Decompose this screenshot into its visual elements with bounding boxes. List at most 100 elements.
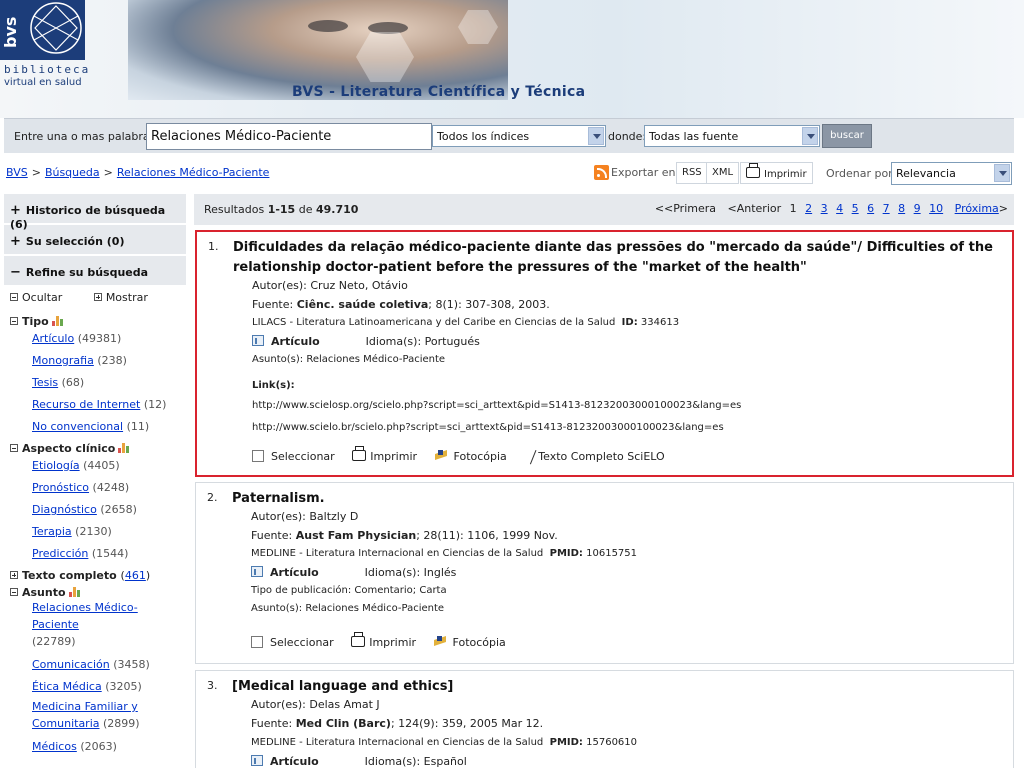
filter-item: Médicos (2063) [32,740,117,753]
pager-page[interactable]: 7 [883,202,890,215]
record-number: 2. [207,491,218,504]
photocopy-button[interactable]: Fotocópia [420,636,506,649]
result-record-2: 2. Paternalism. Autor(es): Baltzly D Fue… [195,482,1014,664]
record-pubtype: Tipo de publicación: Comentario; Carta [251,585,447,596]
export-rss-button[interactable]: RSS [676,162,708,184]
order-select[interactable]: Relevancia [891,162,1012,185]
record-authors: Autor(es): Baltzly D [251,510,359,523]
record-database: MEDLINE - Literatura Internacional en Ci… [251,548,638,559]
record-title[interactable]: [Medical language and ethics] [232,677,992,697]
show-all-toggle[interactable]: Mostrar [93,291,148,304]
bar-chart-icon[interactable] [118,443,132,453]
search-input[interactable]: Relaciones Médico-Paciente [146,123,432,150]
filter-group-texto-completo: Texto completo (461) [10,569,180,582]
rss-feed-icon[interactable] [594,165,609,180]
filter-item: Pronóstico (4248) [32,481,130,494]
source-select-value: Todas las fuente [649,130,739,143]
record-source: Fuente: Med Clin (Barc); 124(9): 359, 20… [251,717,544,730]
print-button[interactable]: Imprimir [740,162,813,184]
sidebar: + Historico de búsqueda (6) + Su selección… [4,194,186,762]
fulltext-scielo-link[interactable]: Texto Completo SciELO [510,446,665,465]
record-number: 1. [208,240,219,253]
pager-page[interactable]: 9 [914,202,921,215]
index-select-value: Todos los índices [437,130,530,143]
record-link-url[interactable]: http://www.scielo.br/scielo.php?script=s… [252,422,724,433]
chevron-down-icon [802,127,818,145]
record-number: 3. [207,679,218,692]
pager-page[interactable]: 4 [836,202,843,215]
article-icon [251,566,263,577]
filter-item: Terapia (2130) [32,525,112,538]
record-subject: Asunto(s): Relaciones Médico-Paciente [252,354,446,365]
bvs-logo[interactable]: bvs [0,0,85,60]
order-select-value: Relevancia [896,167,956,180]
filter-item: Diagnóstico (2658) [32,503,137,516]
breadcrumb-bvs[interactable]: BVS [6,166,28,179]
filter-group-asunto[interactable]: Asunto [10,586,180,599]
source-select[interactable]: Todas las fuente [644,125,820,147]
where-label: donde: [608,130,647,143]
chevron-down-icon [588,127,604,145]
print-label: Imprimir [764,169,807,180]
result-record-3: 3. [Medical language and ethics] Autor(e… [195,670,1014,768]
fulltext-count-link[interactable]: 461 [125,569,146,582]
filter-item: Monografia (238) [32,354,127,367]
order-label: Ordenar por [826,167,893,180]
pager-first[interactable]: <<Primera [655,202,716,215]
record-source: Fuente: Aust Fam Physician; 28(11): 1106… [251,529,558,542]
select-checkbox[interactable]: Seleccionar [252,450,335,463]
results-header: Resultados 1-15 de 49.710 <<Primera <Ant… [194,194,1014,225]
photo-eye-left [308,20,348,32]
scielo-icon [521,446,537,465]
pager-next[interactable]: Próxima [955,202,999,215]
sidebar-refine-header[interactable]: − Refine su búsqueda [4,256,186,287]
chevron-down-icon [994,164,1010,182]
select-checkbox[interactable]: Seleccionar [251,636,334,649]
pager-page[interactable]: 6 [867,202,874,215]
record-type-lang: Artículo Idioma(s): Portugués [252,335,480,348]
pager-page[interactable]: 10 [929,202,943,215]
breadcrumb-busqueda[interactable]: Búsqueda [45,166,100,179]
collapse-box-icon [10,317,18,325]
sidebar-selection-header[interactable]: + Su selección (0) [4,225,186,256]
pager-page[interactable]: 5 [852,202,859,215]
record-type-lang: Artículo Idioma(s): Español [251,755,467,768]
record-title[interactable]: Dificuldades da relação médico-paciente … [233,238,993,278]
collapse-box-icon [10,293,18,301]
sidebar-history-header[interactable]: + Historico de búsqueda (6) [4,194,186,231]
hide-show-row: Ocultar Mostrar [10,291,180,311]
record-authors: Autor(es): Cruz Neto, Otávio [252,279,408,292]
collapse-box-icon [10,588,18,596]
expand-box-icon [93,293,102,301]
bar-chart-icon[interactable] [51,316,66,326]
pager-prev[interactable]: <Anterior [728,202,782,215]
index-select[interactable]: Todos los índices [432,125,606,147]
record-link-url[interactable]: http://www.scielosp.org/scielo.php?scrip… [252,400,741,411]
article-icon [252,335,264,346]
breadcrumb-query[interactable]: Relaciones Médico-Paciente [117,166,270,179]
pager-page[interactable]: 8 [898,202,905,215]
logo-letters: bvs [4,17,20,48]
hide-all-toggle[interactable]: Ocultar [10,291,62,304]
record-database: MEDLINE - Literatura Internacional en Ci… [251,737,638,748]
pager-page[interactable]: 2 [805,202,812,215]
search-button[interactable]: buscar [822,124,872,148]
expand-box-icon[interactable] [10,571,18,579]
print-record-button[interactable]: Imprimir [352,446,417,463]
filter-item: Comunicación (3458) [32,658,150,671]
pager-page[interactable]: 3 [821,202,828,215]
filter-item: Medicina Familiar y Comunitaria (2899) [32,700,140,730]
record-authors: Autor(es): Delas Amat J [251,698,380,711]
filter-group-aspecto[interactable]: Aspecto clínico [10,442,180,455]
refine-panel: Ocultar Mostrar Tipo Artículo (49381) Mo… [4,287,186,762]
export-label: Exportar en [611,166,676,179]
record-title[interactable]: Paternalism. [232,489,992,509]
record-source: Fuente: Ciênc. saúde coletiva; 8(1): 307… [252,298,550,311]
filter-item: No convencional (11) [32,420,150,433]
bar-chart-icon[interactable] [68,587,83,597]
printer-icon [746,163,760,178]
print-record-button[interactable]: Imprimir [351,632,416,649]
filter-group-tipo[interactable]: Tipo [10,315,180,328]
photocopy-button[interactable]: Fotocópia [421,450,507,463]
export-xml-button[interactable]: XML [706,162,740,184]
